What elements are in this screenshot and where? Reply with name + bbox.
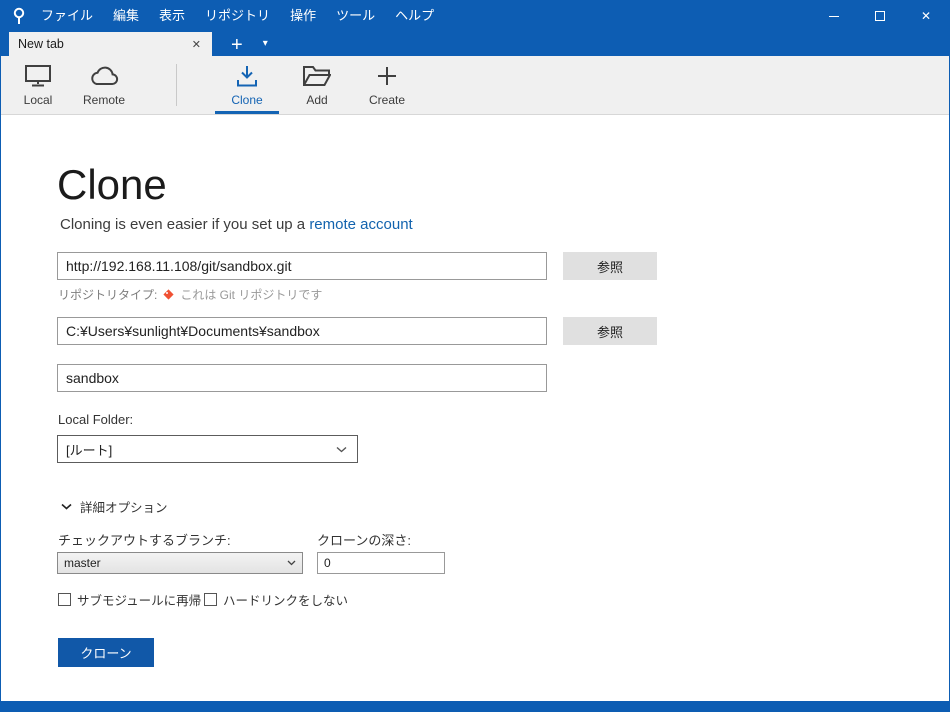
folder-icon xyxy=(303,64,331,88)
clone-depth-input[interactable] xyxy=(317,552,445,574)
cloud-icon xyxy=(89,64,119,88)
clone-button[interactable]: クローン xyxy=(58,638,154,667)
close-icon: ✕ xyxy=(921,10,931,22)
maximize-icon xyxy=(875,11,885,21)
toolbar-remote-label: Remote xyxy=(83,93,125,107)
repo-type-label: リポジトリタイプ: xyxy=(58,286,157,303)
clone-depth-label: クローンの深さ: xyxy=(317,530,411,549)
chevron-down-icon xyxy=(287,560,296,566)
menubar: ファイル 編集 表示 リポジトリ 操作 ツール ヘルプ xyxy=(31,0,444,32)
recurse-submodules-checkbox[interactable]: サブモジュールに再帰 xyxy=(58,590,201,609)
toolbar-local-label: Local xyxy=(24,93,53,107)
toolbar-add-button[interactable]: Add xyxy=(284,56,350,114)
repo-name-input[interactable] xyxy=(57,364,547,392)
menu-help[interactable]: ヘルプ xyxy=(385,0,444,32)
toolbar-clone-button[interactable]: Clone xyxy=(214,56,280,114)
titlebar: ファイル 編集 表示 リポジトリ 操作 ツール ヘルプ ✕ xyxy=(1,0,949,32)
git-icon xyxy=(162,288,175,301)
local-folder-label: Local Folder: xyxy=(58,412,133,427)
no-hardlinks-checkbox[interactable]: ハードリンクをしない xyxy=(204,590,348,609)
branch-value: master xyxy=(64,556,101,570)
monitor-icon xyxy=(25,64,51,88)
local-folder-select[interactable]: [ルート] xyxy=(57,435,358,463)
menu-tools[interactable]: ツール xyxy=(326,0,385,32)
checkout-branch-label: チェックアウトするブランチ: xyxy=(58,530,231,549)
destination-path-input[interactable] xyxy=(57,317,547,345)
new-tab-button[interactable]: + xyxy=(227,34,247,56)
page-title: Clone xyxy=(57,162,167,208)
subtitle: Cloning is even easier if you set up a r… xyxy=(60,216,413,233)
menu-file[interactable]: ファイル xyxy=(31,0,103,32)
maximize-button[interactable] xyxy=(857,0,903,32)
window-bottom-border xyxy=(1,701,949,712)
menu-view[interactable]: 表示 xyxy=(149,0,195,32)
menu-repository[interactable]: リポジトリ xyxy=(195,0,280,32)
tab-label: New tab xyxy=(18,37,190,51)
repo-type-value: これは Git リポジトリです xyxy=(180,286,322,303)
advanced-options-toggle[interactable]: 詳細オプション xyxy=(61,497,168,516)
menu-edit[interactable]: 編集 xyxy=(103,0,149,32)
browse-source-button[interactable]: 参照 xyxy=(563,252,657,280)
tabbar: New tab ✕ + ▾ xyxy=(1,32,949,56)
local-folder-value: [ルート] xyxy=(66,440,112,459)
chevron-down-icon xyxy=(61,503,72,510)
branch-select[interactable]: master xyxy=(57,552,303,574)
window-controls: ✕ xyxy=(811,0,949,32)
source-url-input[interactable] xyxy=(57,252,547,280)
toolbar-remote-button[interactable]: Remote xyxy=(71,56,137,114)
sourcetree-window: ファイル 編集 表示 リポジトリ 操作 ツール ヘルプ ✕ New tab ✕ … xyxy=(0,0,950,712)
subtitle-text: Cloning is even easier if you set up a xyxy=(60,216,309,233)
toolbar: Local Remote Clone xyxy=(1,56,949,115)
chevron-down-icon xyxy=(336,446,347,453)
remote-account-link[interactable]: remote account xyxy=(309,216,412,233)
tab-list-dropdown-icon[interactable]: ▾ xyxy=(259,32,272,56)
browse-destination-button[interactable]: 参照 xyxy=(563,317,657,345)
toolbar-clone-label: Clone xyxy=(231,93,262,107)
menu-actions[interactable]: 操作 xyxy=(280,0,326,32)
download-icon xyxy=(235,64,259,88)
toolbar-create-button[interactable]: Create xyxy=(354,56,420,114)
advanced-options-label: 詳細オプション xyxy=(80,497,168,516)
toolbar-separator xyxy=(176,64,177,106)
clone-page: Clone Cloning is even easier if you set … xyxy=(1,116,949,701)
recurse-submodules-label: サブモジュールに再帰 xyxy=(77,590,201,609)
tab-new-tab[interactable]: New tab ✕ xyxy=(9,32,212,56)
toolbar-add-label: Add xyxy=(306,93,327,107)
minimize-button[interactable] xyxy=(811,0,857,32)
tab-close-icon[interactable]: ✕ xyxy=(190,38,203,51)
sourcetree-logo-icon xyxy=(11,7,27,25)
checkbox-icon[interactable] xyxy=(204,593,217,606)
toolbar-create-label: Create xyxy=(369,93,405,107)
repo-type-row: リポジトリタイプ: これは Git リポジトリです xyxy=(58,286,322,303)
close-button[interactable]: ✕ xyxy=(903,0,949,32)
plus-icon xyxy=(377,64,397,88)
minimize-icon xyxy=(829,16,839,17)
toolbar-local-button[interactable]: Local xyxy=(5,56,71,114)
checkbox-icon[interactable] xyxy=(58,593,71,606)
no-hardlinks-label: ハードリンクをしない xyxy=(223,590,348,609)
